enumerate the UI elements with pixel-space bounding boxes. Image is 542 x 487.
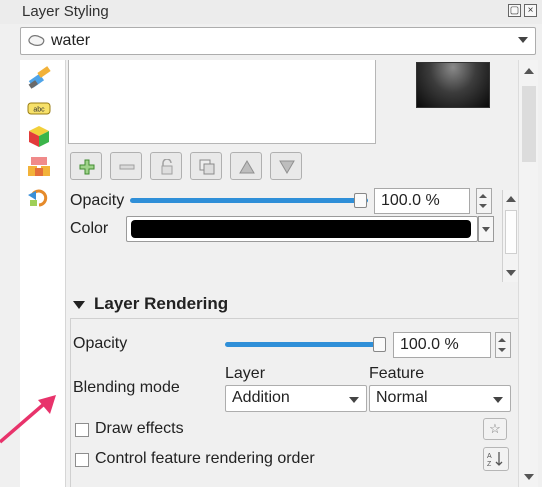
feature-column-label: Feature	[369, 365, 425, 382]
layer-rendering-group: Opacity 100.0 % Layer Feature Blending m…	[70, 318, 518, 487]
symbology-brush-icon[interactable]	[26, 66, 52, 90]
chevron-down-icon	[349, 397, 359, 403]
inner-scrollbar[interactable]	[502, 190, 518, 282]
layer-styling-panel: Layer Styling ▢ × water abc Opacity 100.…	[0, 0, 542, 487]
collapse-triangle-icon[interactable]	[73, 301, 85, 309]
layer-rendering-title[interactable]: Layer Rendering	[94, 294, 228, 314]
color-dropdown-button[interactable]	[478, 216, 494, 242]
triangle-up-icon	[239, 160, 255, 174]
history-undo-icon[interactable]	[26, 186, 52, 210]
duplicate-icon	[199, 159, 215, 175]
svg-text:A: A	[487, 453, 492, 460]
effects-star-button[interactable]: ☆	[483, 418, 507, 440]
blending-mode-label: Blending mode	[73, 379, 180, 396]
symbol-layers-tree[interactable]	[68, 60, 376, 144]
plus-icon	[79, 159, 95, 175]
title-bar: Layer Styling ▢ ×	[0, 0, 542, 24]
lock-layer-button[interactable]	[150, 152, 182, 180]
styling-content: Opacity 100.0 % Color Layer Rendering Op…	[66, 60, 518, 487]
rendering-opacity-slider-handle[interactable]	[373, 337, 386, 352]
lock-icon	[161, 159, 173, 175]
chevron-down-icon	[493, 397, 503, 403]
annotation-arrow-icon	[0, 395, 56, 444]
layer-blend-value: Addition	[232, 389, 290, 406]
polygon-layer-icon	[28, 35, 45, 46]
symbol-opacity-slider[interactable]	[130, 198, 368, 203]
3d-view-icon[interactable]	[26, 124, 52, 148]
layer-name: water	[51, 32, 91, 49]
symbol-opacity-label: Opacity	[70, 192, 125, 209]
color-label: Color	[70, 220, 109, 237]
rendering-order-button[interactable]: A Z	[483, 447, 509, 471]
panel-title: Layer Styling	[22, 3, 109, 20]
layer-column-label: Layer	[225, 365, 266, 382]
scrollbar-thumb[interactable]	[522, 86, 536, 162]
control-rendering-order-checkbox[interactable]	[75, 453, 89, 467]
symbol-opacity-spin-arrows[interactable]	[476, 188, 492, 214]
labels-icon[interactable]: abc	[26, 96, 52, 120]
draw-effects-label[interactable]: Draw effects	[95, 420, 184, 438]
triangle-down-icon	[279, 160, 295, 174]
rendering-opacity-spinbox[interactable]: 100.0 %	[393, 332, 491, 358]
panel-scrollbar[interactable]	[518, 60, 538, 487]
symbol-opacity-slider-handle[interactable]	[354, 193, 367, 208]
remove-symbol-layer-button[interactable]	[110, 152, 142, 180]
svg-text:Z: Z	[487, 461, 492, 468]
draw-effects-checkbox[interactable]	[75, 423, 89, 437]
diagrams-icon[interactable]	[26, 154, 52, 178]
symbol-properties-frame: Opacity 100.0 % Color	[68, 188, 518, 282]
add-symbol-layer-button[interactable]	[70, 152, 102, 180]
feature-blend-mode-combo[interactable]: Normal	[369, 385, 511, 412]
control-rendering-order-label[interactable]: Control feature rendering order	[95, 450, 315, 468]
symbol-opacity-value: 100.0 %	[381, 192, 440, 209]
rendering-opacity-spin-arrows[interactable]	[495, 332, 511, 358]
layer-selector-combo[interactable]: water	[20, 27, 536, 55]
symbol-preview	[416, 62, 490, 108]
move-down-button[interactable]	[270, 152, 302, 180]
symbol-opacity-spinbox[interactable]: 100.0 %	[374, 188, 470, 214]
layer-blend-mode-combo[interactable]: Addition	[225, 385, 367, 412]
chevron-down-icon	[518, 37, 528, 43]
color-swatch	[131, 220, 471, 238]
rendering-opacity-slider[interactable]	[225, 342, 381, 347]
duplicate-layer-button[interactable]	[190, 152, 222, 180]
close-icon[interactable]: ×	[524, 4, 537, 17]
float-window-icon[interactable]: ▢	[508, 4, 521, 17]
svg-text:abc: abc	[33, 107, 45, 114]
sort-order-icon: A Z	[487, 452, 503, 468]
color-button[interactable]	[126, 216, 478, 242]
scroll-up-icon[interactable]	[524, 68, 534, 74]
move-up-button[interactable]	[230, 152, 262, 180]
scroll-down-icon[interactable]	[524, 474, 534, 480]
star-icon: ☆	[489, 421, 501, 436]
minus-icon	[119, 164, 135, 170]
feature-blend-value: Normal	[376, 389, 428, 406]
rendering-opacity-value: 100.0 %	[400, 336, 459, 353]
rendering-opacity-label: Opacity	[73, 335, 128, 352]
